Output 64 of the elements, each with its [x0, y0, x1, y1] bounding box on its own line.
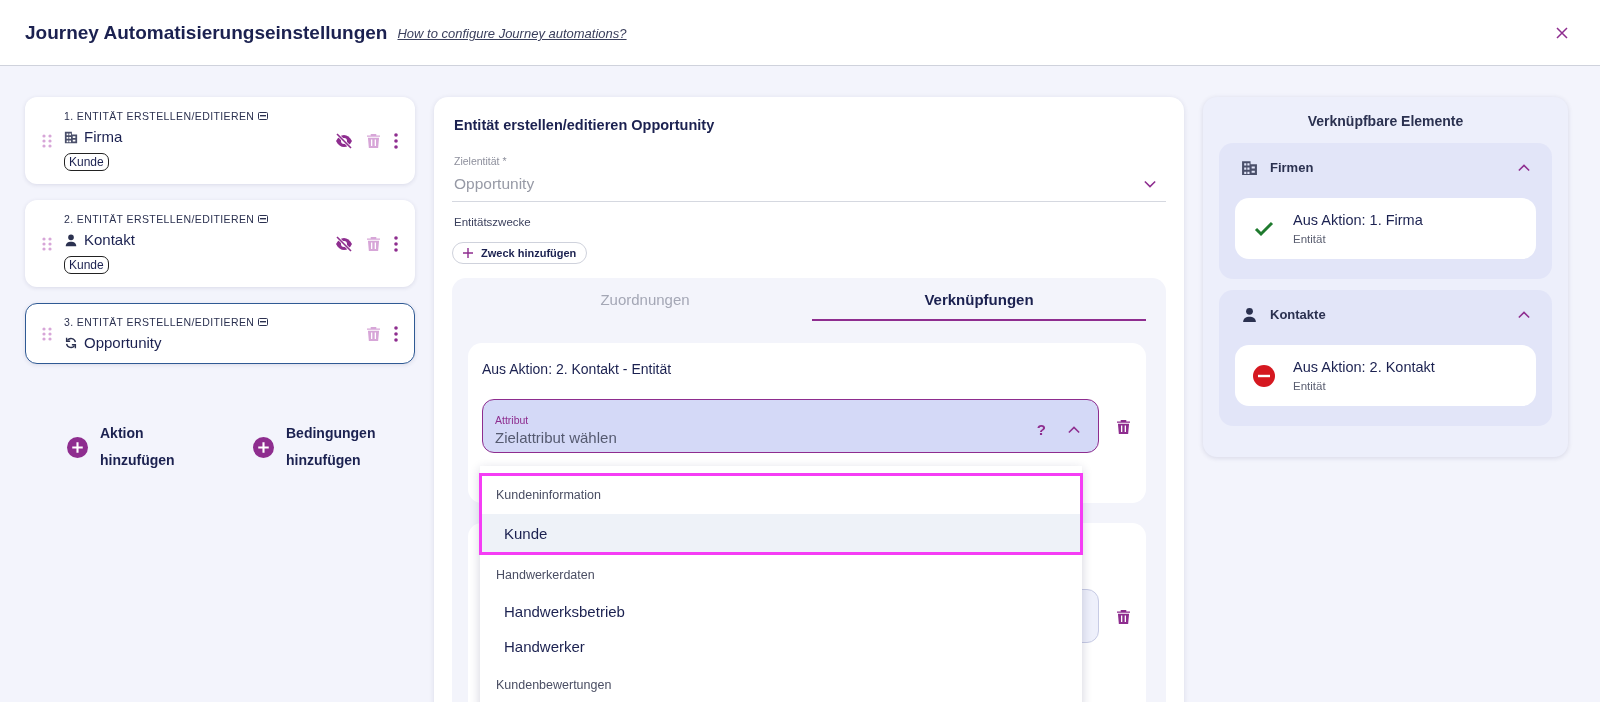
plus-circle-icon: [253, 436, 274, 458]
trash-icon[interactable]: [1117, 608, 1130, 624]
step-label: 2. ENTITÄT ERSTELLEN/EDITIEREN: [64, 213, 335, 225]
more-icon[interactable]: [394, 235, 398, 252]
more-icon[interactable]: [394, 325, 398, 342]
item-title: Aus Aktion: 2. Kontakt: [1293, 359, 1435, 375]
more-icon[interactable]: [394, 132, 398, 149]
step-label: 1. ENTITÄT ERSTELLEN/EDITIEREN: [64, 110, 335, 122]
entity-name: Kontakt: [84, 231, 135, 248]
card-icon: [258, 215, 269, 223]
person-icon: [64, 232, 78, 247]
tag: Kunde: [64, 153, 109, 171]
plus-icon: [463, 248, 473, 258]
group-label: Handwerkerdaten: [495, 567, 596, 584]
tag: Kunde: [64, 256, 109, 274]
add-button[interactable]: Aktion hinzufügen: [67, 420, 217, 474]
dropdown-option[interactable]: Kunde: [480, 514, 1082, 554]
card-icon: [258, 318, 269, 326]
sync-icon: [64, 335, 78, 350]
close-icon[interactable]: [1556, 26, 1568, 39]
attribute-select[interactable]: Attribut Zielattribut wählen ?: [482, 399, 1099, 453]
entity-name: Firma: [84, 128, 123, 145]
linkable-item[interactable]: Aus Aktion: 1. Firma Entität: [1235, 198, 1536, 259]
tab[interactable]: Verknüpfungen: [812, 278, 1146, 321]
add-purpose-button[interactable]: Zweck hinzufügen: [452, 242, 588, 264]
drag-handle-icon[interactable]: [42, 133, 52, 148]
trash-icon[interactable]: [1117, 418, 1130, 434]
dropdown-option[interactable]: Handwerksbetrieb: [480, 594, 1082, 629]
chevron-up-icon[interactable]: [1518, 163, 1530, 172]
help-link[interactable]: How to configure Journey automations?: [397, 26, 627, 41]
purposes-label: Entitätszwecke: [454, 216, 532, 228]
card-icon: [258, 112, 269, 120]
group-label: Kundeninformation: [495, 487, 602, 504]
building-icon: [64, 129, 78, 144]
item-subtitle: Entität: [1293, 380, 1327, 392]
panel-title: Verknüpfbare Elemente: [1306, 113, 1465, 129]
field-label: Zielentität *: [454, 155, 508, 167]
chevron-down-icon[interactable]: [1144, 180, 1156, 188]
drag-handle-icon[interactable]: [42, 236, 52, 251]
drag-handle-icon[interactable]: [42, 326, 52, 341]
editor-title: Entität erstellen/editieren Opportunity: [454, 117, 716, 133]
item-subtitle: Entität: [1293, 233, 1327, 245]
section-title: Firmen: [1270, 160, 1315, 175]
step-label: 3. ENTITÄT ERSTELLEN/EDITIEREN: [64, 316, 367, 328]
dialog-title: Journey Automatisierungseinstellungen: [25, 21, 388, 44]
action-card[interactable]: 2. ENTITÄT ERSTELLEN/EDITIEREN Kontakt Kunde: [25, 200, 415, 287]
help-icon[interactable]: ?: [1036, 421, 1046, 438]
entity-name: Opportunity: [84, 334, 162, 351]
group-label: Kundenbewertungen: [495, 677, 613, 694]
item-title: Aus Aktion: 1. Firma: [1293, 212, 1423, 228]
link-source: Aus Aktion: 2. Kontakt - Entität: [482, 361, 673, 377]
dropdown-option[interactable]: Handwerker: [480, 629, 1082, 664]
action-card[interactable]: 3. ENTITÄT ERSTELLEN/EDITIEREN Opportunity: [25, 303, 415, 364]
person-icon: [1241, 306, 1258, 323]
plus-circle-icon: [67, 436, 88, 458]
add-button[interactable]: Bedingungen hinzufügen: [253, 420, 403, 474]
section-title: Kontakte: [1270, 307, 1327, 322]
action-card[interactable]: 1. ENTITÄT ERSTELLEN/EDITIEREN Firma Kunde: [25, 97, 415, 184]
chevron-up-icon[interactable]: [1068, 425, 1080, 434]
building-icon: [1241, 159, 1258, 176]
eye-off-icon[interactable]: [335, 234, 353, 253]
linkable-item[interactable]: Aus Aktion: 2. Kontakt Entität: [1235, 345, 1536, 406]
chevron-up-icon[interactable]: [1518, 310, 1530, 319]
eye-off-icon[interactable]: [335, 131, 353, 150]
